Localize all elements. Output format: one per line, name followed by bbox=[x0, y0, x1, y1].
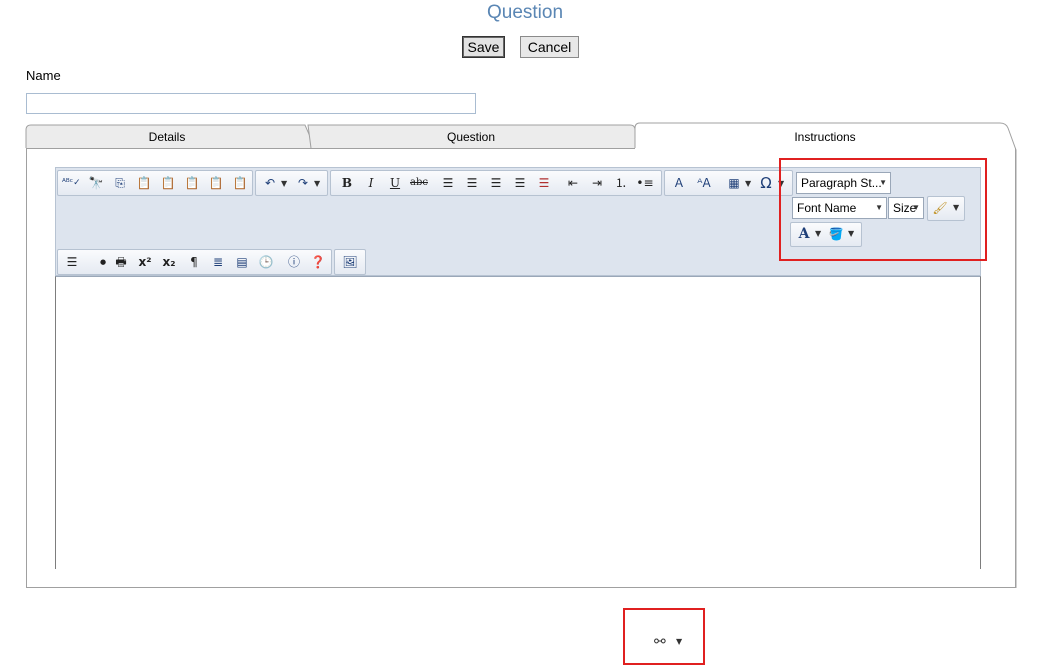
toolbar-group-formatting: B I U abc ☰ ☰ ☰ ☰ ☰ ⇤ ⇥ ⒈ •≡ bbox=[330, 170, 662, 196]
node-link-icon[interactable]: ⚯ bbox=[654, 634, 666, 650]
bold-icon[interactable]: B bbox=[338, 174, 356, 192]
help-icon[interactable]: ❓ bbox=[309, 253, 327, 271]
save-button[interactable]: Save bbox=[462, 36, 505, 58]
paragraph-mark-icon[interactable]: ¶ bbox=[185, 253, 203, 271]
insert-form-element-icon[interactable]: ▤ bbox=[233, 253, 251, 271]
page-title: Question bbox=[486, 2, 564, 23]
undo-dropdown-arrow[interactable]: ▼ bbox=[281, 175, 287, 193]
tab-instructions[interactable]: Instructions bbox=[636, 130, 1014, 144]
align-center-icon[interactable]: ☰ bbox=[463, 174, 481, 192]
cancel-button[interactable]: Cancel bbox=[520, 36, 579, 58]
convert-case-icon[interactable]: ᴬA bbox=[695, 174, 713, 192]
horizontal-rule-icon[interactable]: ≣ bbox=[209, 253, 227, 271]
outdent-icon[interactable]: ⇤ bbox=[564, 174, 582, 192]
name-input[interactable] bbox=[26, 93, 476, 114]
special-characters-icon[interactable]: Ω bbox=[757, 174, 775, 192]
format-stripper-icon[interactable]: Ａ bbox=[670, 174, 688, 192]
node-link-dropdown-arrow[interactable]: ▼ bbox=[676, 637, 682, 646]
toolbar-group-insert: Ａ ᴬA ▦ ▼ Ω ▼ bbox=[664, 170, 793, 196]
toolbar-group-clipboard: ᴬᴮᶜ✓ 🔭 ⎘ 📋 📋 📋 📋 📋 bbox=[57, 170, 253, 196]
highlight-box-toolbar bbox=[779, 158, 987, 261]
tab-details[interactable]: Details bbox=[26, 130, 308, 144]
paste-from-word-icon[interactable]: 📋 bbox=[159, 174, 177, 192]
indent-icon[interactable]: ⇥ bbox=[588, 174, 606, 192]
undo-icon[interactable]: ↶ bbox=[261, 174, 279, 192]
copy-icon[interactable]: ⎘ bbox=[111, 174, 129, 192]
align-left-icon[interactable]: ☰ bbox=[439, 174, 457, 192]
print-icon[interactable]: 🖶 bbox=[112, 253, 130, 271]
toolbar-group-misc: ☰ ● 🖶 x² x₂ ¶ ≣ ▤ 🕒 ⓘ ❓ bbox=[57, 249, 332, 275]
numbered-list-icon[interactable]: ⒈ bbox=[612, 174, 630, 192]
image-manager-icon[interactable]: 🖼 bbox=[341, 253, 359, 271]
strikethrough-icon[interactable]: abc bbox=[408, 174, 430, 192]
paste-as-html-icon[interactable]: 📋 bbox=[231, 174, 249, 192]
justify-icon[interactable]: ☰ bbox=[511, 174, 529, 192]
table-icon[interactable]: ▦ bbox=[725, 174, 743, 192]
bulleted-list-icon[interactable]: •≡ bbox=[636, 174, 654, 192]
italic-icon[interactable]: I bbox=[362, 174, 380, 192]
subscript-icon[interactable]: x₂ bbox=[160, 253, 178, 271]
justify-none-icon[interactable]: ☰ bbox=[535, 174, 553, 192]
tab-question[interactable]: Question bbox=[310, 130, 632, 144]
anchor-icon[interactable]: ● bbox=[94, 253, 112, 271]
redo-dropdown-arrow[interactable]: ▼ bbox=[314, 175, 320, 193]
redo-icon[interactable]: ↷ bbox=[294, 174, 312, 192]
paste-html-icon[interactable]: 📋 bbox=[207, 174, 225, 192]
superscript-icon[interactable]: x² bbox=[136, 253, 154, 271]
spellcheck-icon[interactable]: ᴬᴮᶜ✓ bbox=[62, 174, 81, 192]
align-right-icon[interactable]: ☰ bbox=[487, 174, 505, 192]
underline-icon[interactable]: U bbox=[386, 174, 404, 192]
paste-plain-text-icon[interactable]: 📋 bbox=[183, 174, 201, 192]
paragraph-align-icon[interactable]: ☰ bbox=[63, 253, 81, 271]
clock-icon[interactable]: 🕒 bbox=[257, 253, 275, 271]
editor-content-area[interactable] bbox=[55, 276, 981, 569]
table-dropdown-arrow[interactable]: ▼ bbox=[745, 175, 751, 193]
toolbar-group-image: 🖼 bbox=[334, 249, 366, 275]
paste-icon[interactable]: 📋 bbox=[135, 174, 153, 192]
toolbar-group-history: ↶ ▼ ↷ ▼ bbox=[255, 170, 328, 196]
info-icon[interactable]: ⓘ bbox=[285, 253, 303, 271]
find-replace-icon[interactable]: 🔭 bbox=[87, 174, 105, 192]
name-label: Name bbox=[26, 68, 61, 83]
